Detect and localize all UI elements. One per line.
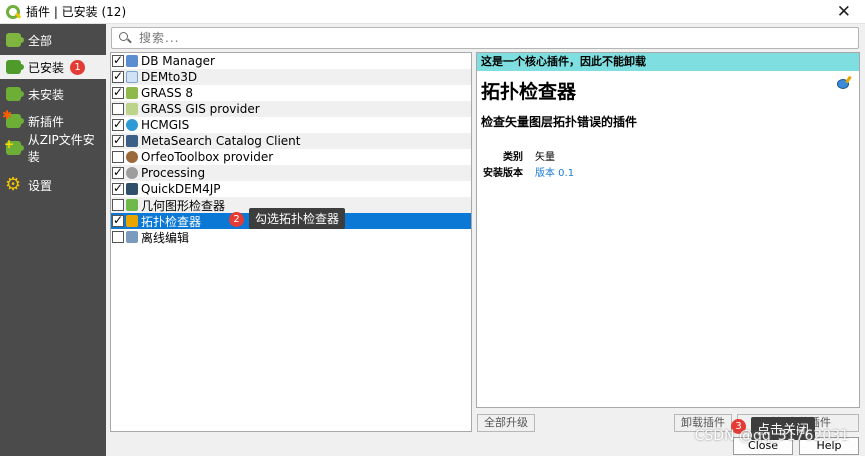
plugin-checkbox[interactable] (112, 69, 124, 83)
plugin-version: 安装版本 版本 0.1 (483, 168, 575, 179)
topology-icon (835, 75, 853, 93)
dem-icon (126, 183, 138, 195)
puzzle-star-icon: ✱ (2, 109, 24, 131)
window-title: 插件 | 已安装 (12) (26, 5, 127, 19)
plugin-checkbox[interactable] (112, 181, 124, 195)
plugin-checkbox[interactable] (112, 103, 124, 115)
sidebar-item-label: 全部 (28, 33, 53, 48)
search-box (111, 27, 859, 49)
plugin-list: DB Manager DEMto3D GRASS 8 GRASS GIS pro… (110, 52, 472, 432)
plugin-checkbox[interactable] (112, 165, 124, 179)
plugin-row-quickdem4jp[interactable]: QuickDEM4JP (111, 181, 471, 197)
plugin-checkbox[interactable] (112, 213, 124, 227)
puzzle-icon (4, 30, 24, 50)
sidebar-item-label: 设置 (28, 178, 53, 193)
offline-edit-icon (126, 231, 138, 243)
plugin-row-demto3d[interactable]: DEMto3D (111, 69, 471, 85)
plugin-checkbox[interactable] (112, 85, 124, 99)
plugin-description: 检查矢量图层拓扑错误的插件 (481, 115, 638, 129)
plugin-row-hcmgis[interactable]: HCMGIS (111, 117, 471, 133)
geometry-check-icon (126, 199, 138, 211)
gear-icon: ⚙ (5, 174, 22, 195)
step-badge: 2 (229, 212, 244, 227)
sidebar-item-installed[interactable]: 已安装 1 (0, 55, 106, 79)
sidebar-item-all[interactable]: 全部 (0, 28, 106, 52)
plugin-checkbox[interactable] (112, 199, 124, 211)
plugin-row-processing[interactable]: Processing (111, 165, 471, 181)
plugin-row-offline-editing[interactable]: 离线编辑 (111, 229, 471, 245)
database-icon (126, 55, 138, 67)
sidebar-item-not-installed[interactable]: 未安装 (0, 82, 106, 106)
sidebar-item-label: 已安装 (28, 60, 65, 75)
plugin-checkbox[interactable] (112, 231, 124, 243)
toolbox-icon (126, 151, 138, 163)
puzzle-icon (4, 84, 24, 104)
plugin-row-grass8[interactable]: GRASS 8 (111, 85, 471, 101)
plugin-checkbox[interactable] (112, 133, 124, 147)
annotation-tooltip: 勾选拓扑检查器 (249, 208, 346, 229)
sidebar-item-label: 从ZIP文件安装 (27, 133, 95, 164)
puzzle-icon (4, 57, 24, 77)
sidebar-item-label: 未安装 (28, 87, 65, 102)
gear-icon (126, 167, 138, 179)
plugin-title: 拓扑检查器 (481, 81, 577, 103)
plugin-category: 类别 矢量 (503, 152, 555, 163)
plugin-row-metasearch[interactable]: MetaSearch Catalog Client (111, 133, 471, 149)
plugins-dialog: 插件 | 已安装 (12) ✕ 全部 已安装 1 未安装 ✱ 新插件 + 从ZI… (0, 0, 865, 456)
step-badge: 1 (70, 59, 86, 75)
plugin-row-orfeo[interactable]: OrfeoToolbox provider (111, 149, 471, 165)
title-bar: 插件 | 已安装 (12) ✕ (0, 0, 865, 24)
search-icon (119, 32, 132, 44)
search-input[interactable] (139, 31, 839, 45)
grass-icon (126, 87, 138, 99)
watermark: CSDN @qq_31762031 (694, 428, 849, 444)
sidebar-item-install-zip[interactable]: + 从ZIP文件安装 (0, 133, 106, 164)
topology-icon (126, 215, 138, 227)
sidebar-item-new[interactable]: ✱ 新插件 (0, 109, 106, 133)
close-icon[interactable]: ✕ (837, 2, 851, 22)
plugin-checkbox[interactable] (112, 117, 124, 131)
plugin-row-grass-provider[interactable]: GRASS GIS provider (111, 101, 471, 117)
sidebar-item-settings[interactable]: ⚙ 设置 (0, 173, 106, 197)
catalog-icon (126, 135, 138, 147)
upgrade-all-button[interactable]: 全部升级 (477, 414, 535, 432)
core-plugin-notice: 这是一个核心插件，因此不能卸载 (477, 53, 859, 71)
plugin-checkbox[interactable] (112, 151, 124, 163)
plugin-row-db-manager[interactable]: DB Manager (111, 53, 471, 69)
terrain-icon (126, 71, 138, 83)
plugin-checkbox[interactable] (112, 53, 124, 67)
qgis-logo-icon (6, 4, 22, 19)
puzzle-plus-icon: + (4, 138, 24, 158)
sidebar-item-label: 新插件 (28, 114, 65, 129)
globe-icon (126, 119, 138, 131)
grass-icon (126, 103, 138, 115)
sidebar: 全部 已安装 1 未安装 ✱ 新插件 + 从ZIP文件安装 ⚙ 设置 (0, 24, 106, 456)
plugin-details-panel: 这是一个核心插件，因此不能卸载 拓扑检查器 检查矢量图层拓扑错误的插件 类别 矢量… (476, 52, 860, 408)
